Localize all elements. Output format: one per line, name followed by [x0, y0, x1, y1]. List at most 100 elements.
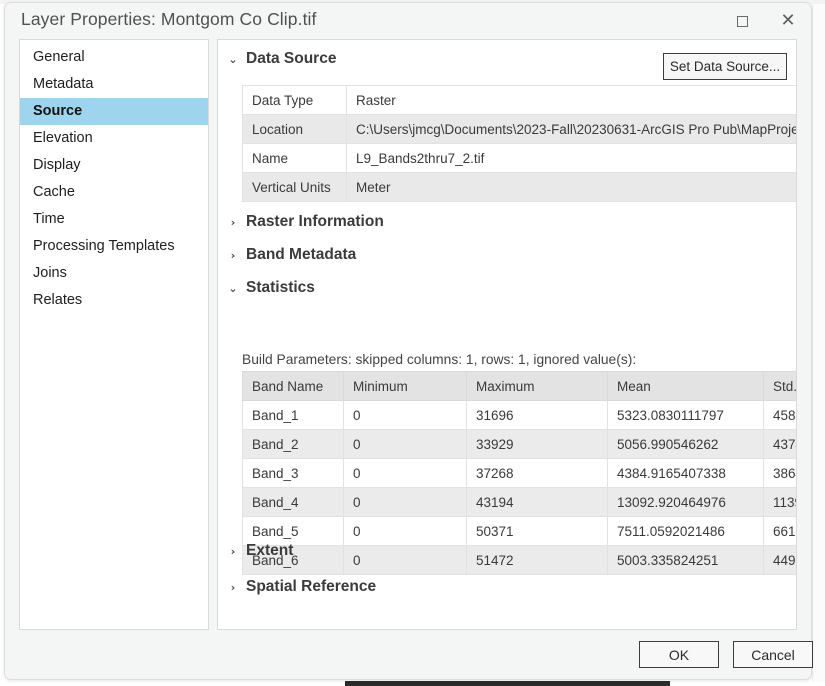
chevron-right-icon: ›: [230, 215, 236, 229]
maximize-square-icon: [736, 15, 748, 27]
cell-minimum: 0: [343, 400, 467, 430]
layer-properties-dialog: Layer Properties: Montgom Co Clip.tif ✕ …: [4, 2, 813, 680]
cell-std-deviation: 4374.7650337869: [763, 429, 796, 459]
dialog-footer: OK Cancel: [5, 639, 813, 679]
section-header-band-metadata[interactable]: › Band Metadata: [228, 246, 357, 264]
cell-maximum: 33929: [466, 429, 608, 459]
cancel-button[interactable]: Cancel: [733, 641, 813, 668]
ds-value-location: C:\Users\jmcg\Documents\2023-Fall\202306…: [346, 114, 796, 144]
sidebar-item-time[interactable]: Time: [20, 206, 208, 233]
properties-sidebar: General Metadata Source Elevation Displa…: [19, 39, 209, 630]
background-taskbar-strip: [345, 681, 670, 686]
section-title-statistics: Statistics: [246, 279, 315, 296]
table-row: Name L9_Bands2thru7_2.tif: [242, 143, 796, 173]
cell-std-deviation: 6617.5106660284: [763, 516, 796, 546]
ds-key-data-type: Data Type: [242, 85, 347, 115]
cell-maximum: 50371: [466, 516, 608, 546]
cell-std-deviation: 4585.1563787408: [763, 400, 796, 430]
cell-std-deviation: 11396.901750469: [763, 487, 796, 517]
cell-std-deviation: 4498.3838434568: [763, 545, 796, 575]
cell-mean: 13092.920464976: [607, 487, 764, 517]
set-data-source-button[interactable]: Set Data Source...: [663, 53, 787, 80]
sidebar-item-source[interactable]: Source: [20, 98, 208, 125]
cell-band-name: Band_4: [242, 487, 344, 517]
cell-std-deviation: 3864.2026183311: [763, 458, 796, 488]
sidebar-item-processing-templates[interactable]: Processing Templates: [20, 233, 208, 260]
cell-minimum: 0: [343, 429, 467, 459]
cell-minimum: 0: [343, 545, 467, 575]
section-title-data-source: Data Source: [246, 50, 337, 67]
section-header-statistics[interactable]: ⌄ Statistics: [228, 279, 315, 297]
build-parameters-text: Build Parameters: skipped columns: 1, ro…: [242, 352, 637, 367]
ok-button[interactable]: OK: [639, 641, 719, 668]
column-header-band-name[interactable]: Band Name: [242, 371, 344, 401]
ds-key-name: Name: [242, 143, 347, 173]
cell-band-name: Band_1: [242, 400, 344, 430]
section-title-raster-information: Raster Information: [246, 213, 384, 230]
cell-maximum: 37268: [466, 458, 608, 488]
cell-band-name: Band_2: [242, 429, 344, 459]
sidebar-item-display[interactable]: Display: [20, 152, 208, 179]
cell-minimum: 0: [343, 516, 467, 546]
cell-minimum: 0: [343, 458, 467, 488]
statistics-table: Band Name Minimum Maximum Mean Std. Devi…: [242, 371, 796, 575]
sidebar-item-elevation[interactable]: Elevation: [20, 125, 208, 152]
table-row[interactable]: Band_5 0 50371 7511.0592021486 6617.5106…: [242, 516, 796, 546]
ds-value-vertical-units: Meter: [346, 172, 796, 202]
section-header-raster-information[interactable]: › Raster Information: [228, 213, 384, 231]
table-row[interactable]: Band_1 0 31696 5323.0830111797 4585.1563…: [242, 400, 796, 430]
chevron-right-icon: ›: [230, 544, 236, 558]
sidebar-item-metadata[interactable]: Metadata: [20, 71, 208, 98]
table-row[interactable]: Band_4 0 43194 13092.920464976 11396.901…: [242, 487, 796, 517]
column-header-mean[interactable]: Mean: [607, 371, 764, 401]
table-row[interactable]: Band_6 0 51472 5003.335824251 4498.38384…: [242, 545, 796, 575]
section-header-spatial-reference[interactable]: › Spatial Reference: [228, 578, 376, 596]
section-title-spatial-reference: Spatial Reference: [246, 578, 377, 595]
cell-band-name: Band_3: [242, 458, 344, 488]
column-header-std-deviation[interactable]: Std. Deviation: [763, 371, 796, 401]
table-header-row: Band Name Minimum Maximum Mean Std. Devi…: [242, 371, 796, 401]
cell-mean: 5323.0830111797: [607, 400, 764, 430]
table-row[interactable]: Band_3 0 37268 4384.9165407338 3864.2026…: [242, 458, 796, 488]
ds-value-name: L9_Bands2thru7_2.tif: [346, 143, 796, 173]
sidebar-item-relates[interactable]: Relates: [20, 287, 208, 314]
dialog-titlebar: Layer Properties: Montgom Co Clip.tif ✕: [5, 3, 811, 39]
chevron-down-icon: ⌄: [228, 52, 238, 66]
section-header-extent[interactable]: › Extent: [228, 542, 294, 560]
maximize-button[interactable]: [719, 3, 765, 39]
cell-maximum: 43194: [466, 487, 608, 517]
ds-value-data-type: Raster: [346, 85, 796, 115]
data-source-table: Data Type Raster Location C:\Users\jmcg\…: [242, 85, 796, 202]
table-row[interactable]: Band_2 0 33929 5056.990546262 4374.76503…: [242, 429, 796, 459]
sidebar-item-joins[interactable]: Joins: [20, 260, 208, 287]
sidebar-item-cache[interactable]: Cache: [20, 179, 208, 206]
close-x-icon: ✕: [780, 10, 796, 31]
table-row: Data Type Raster: [242, 85, 796, 115]
cell-maximum: 51472: [466, 545, 608, 575]
cell-mean: 7511.0592021486: [607, 516, 764, 546]
section-header-data-source[interactable]: ⌄ Data Source: [228, 50, 336, 68]
cell-mean: 5056.990546262: [607, 429, 764, 459]
column-header-minimum[interactable]: Minimum: [343, 371, 467, 401]
ds-key-vertical-units: Vertical Units: [242, 172, 347, 202]
close-button[interactable]: ✕: [765, 3, 811, 39]
chevron-right-icon: ›: [230, 580, 236, 594]
source-content-panel: ⌄ Data Source Set Data Source... Data Ty…: [217, 39, 797, 630]
window-scrollbar-track[interactable]: [812, 4, 825, 682]
cell-mean: 5003.335824251: [607, 545, 764, 575]
chevron-right-icon: ›: [230, 248, 236, 262]
cell-mean: 4384.9165407338: [607, 458, 764, 488]
column-header-maximum[interactable]: Maximum: [466, 371, 608, 401]
table-row: Location C:\Users\jmcg\Documents\2023-Fa…: [242, 114, 796, 144]
source-content-inner: ⌄ Data Source Set Data Source... Data Ty…: [218, 40, 796, 629]
ds-key-location: Location: [242, 114, 347, 144]
table-row: Vertical Units Meter: [242, 172, 796, 202]
sidebar-item-general[interactable]: General: [20, 44, 208, 71]
dialog-body: General Metadata Source Elevation Displa…: [5, 39, 811, 641]
dialog-title: Layer Properties: Montgom Co Clip.tif: [21, 9, 317, 29]
cell-maximum: 31696: [466, 400, 608, 430]
section-title-band-metadata: Band Metadata: [246, 246, 357, 263]
chevron-down-icon: ⌄: [228, 281, 238, 295]
cell-minimum: 0: [343, 487, 467, 517]
section-title-extent: Extent: [246, 542, 294, 559]
